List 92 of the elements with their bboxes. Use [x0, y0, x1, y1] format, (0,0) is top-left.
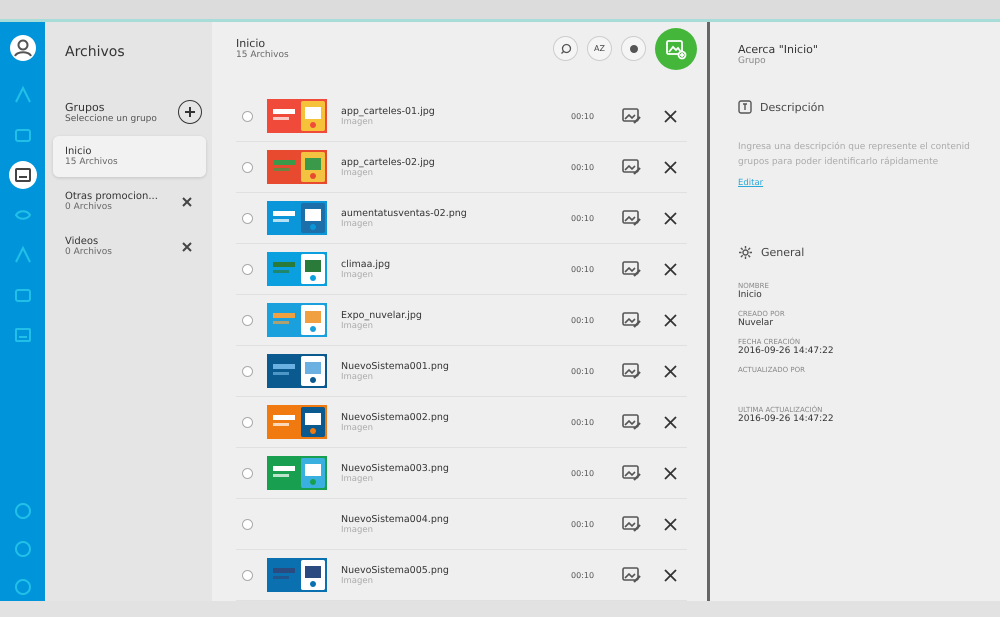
field-value: 2016-09-26 14:47:22: [738, 414, 835, 424]
file-name: aumentatusventas-02.png: [341, 208, 468, 218]
file-type: Imagen: [341, 320, 374, 330]
file-type: Imagen: [341, 116, 374, 126]
radio-button[interactable]: [242, 162, 253, 172]
file-name: NuevoSistema001.png: [341, 360, 450, 372]
list-title: Inicio: [236, 37, 266, 50]
file-type: Imagen: [341, 576, 374, 586]
duration: 00:10: [571, 468, 596, 478]
edit-image-icon: [622, 158, 642, 176]
close-icon: [664, 262, 676, 276]
close-icon[interactable]: [182, 242, 192, 252]
close-icon: [664, 212, 676, 224]
file-name: NuevoSistema002.png: [341, 412, 450, 422]
close-icon: [664, 466, 676, 480]
add-group-button[interactable]: [178, 100, 202, 124]
dot-icon: [628, 44, 638, 54]
add-image-button[interactable]: [655, 28, 697, 70]
duration: 00:10: [571, 570, 596, 580]
plus-icon: [184, 106, 196, 118]
close-icon: [664, 568, 676, 582]
add-image-icon: [665, 38, 687, 60]
edit-image-icon: [622, 209, 642, 227]
file-name: Expo_nuvelar.jpg: [341, 310, 423, 320]
search-icon: [560, 42, 572, 54]
radio-button[interactable]: [242, 468, 253, 478]
edit-image-icon: [622, 311, 642, 329]
record-button[interactable]: [621, 36, 646, 61]
radio-button[interactable]: [242, 212, 253, 224]
search-button[interactable]: [553, 36, 578, 61]
file-name: app_carteles-01.jpg: [341, 106, 436, 116]
close-icon: [664, 364, 676, 378]
radio-button[interactable]: [242, 518, 253, 530]
edit-image-icon: [622, 566, 642, 584]
edit-image-icon: [622, 107, 642, 125]
details-title: Acerca "Inicio": [738, 42, 819, 56]
info-icon: [738, 100, 752, 114]
file-type: Imagen: [341, 372, 374, 382]
close-icon: [664, 518, 676, 530]
groups-heading: Grupos: [65, 100, 106, 114]
duration: 00:10: [571, 366, 596, 376]
edit-image-icon: [622, 362, 642, 380]
file-count: 15 Archivos: [236, 50, 289, 60]
section-heading: Descripción: [760, 100, 824, 114]
file-type: Imagen: [341, 422, 374, 432]
description-hint: Ingresa una descripción que represente el contenid grupos para poder identificarlo rápidamente: [738, 140, 970, 169]
user-avatar-icon[interactable]: [10, 35, 36, 61]
group-item[interactable]: Videos 0 Archivos: [53, 226, 206, 267]
duration: 00:10: [571, 214, 596, 222]
file-type: Imagen: [341, 270, 374, 280]
radio-button[interactable]: [242, 264, 253, 274]
edit-image-icon: [622, 515, 642, 533]
radio-button[interactable]: [242, 314, 253, 326]
field-value: Inicio: [738, 290, 763, 300]
file-name: app_carteles-02.jpg: [341, 156, 436, 168]
file-name: climaa.jpg: [341, 258, 392, 270]
settings-icon: [738, 245, 753, 260]
close-icon: [664, 110, 676, 122]
close-icon[interactable]: [182, 196, 192, 206]
radio-button[interactable]: [242, 416, 253, 428]
file-name: NuevoSistema005.png: [341, 564, 450, 576]
file-name: NuevoSistema003.png: [341, 462, 450, 474]
panel-title: Archivos: [65, 44, 126, 60]
duration: 00:10: [571, 520, 596, 528]
duration: 00:10: [571, 112, 596, 120]
file-type: Imagen: [341, 524, 374, 534]
radio-button[interactable]: [242, 110, 253, 122]
duration: 00:10: [571, 418, 596, 426]
close-icon: [664, 416, 676, 428]
section-heading: General: [761, 246, 804, 259]
details-subtitle: Grupo: [738, 56, 767, 66]
edit-image-icon: [622, 260, 642, 278]
file-name: NuevoSistema004.png: [341, 514, 450, 524]
radio-button[interactable]: [242, 570, 253, 580]
nav-icon[interactable]: [8, 161, 36, 189]
duration: 00:10: [571, 162, 596, 172]
close-icon: [664, 160, 676, 174]
close-icon: [664, 314, 676, 326]
field-value: Nuvelar: [738, 318, 774, 328]
group-item[interactable]: Inicio 15 Archivos: [53, 136, 206, 177]
duration: 00:10: [571, 316, 596, 324]
file-type: Imagen: [341, 474, 374, 484]
sort-button[interactable]: AZ: [587, 36, 612, 61]
groups-hint: Seleccione un grupo: [65, 114, 157, 124]
duration: 00:10: [571, 264, 596, 274]
edit-image-icon: [622, 464, 642, 482]
file-type: Imagen: [341, 168, 374, 178]
radio-button[interactable]: [242, 366, 253, 376]
group-item[interactable]: Otras promocion... 0 Archivos: [53, 181, 206, 222]
edit-image-icon: [622, 413, 642, 431]
field-value: 2016-09-26 14:47:22: [738, 346, 835, 356]
file-type: Imagen: [341, 218, 374, 228]
